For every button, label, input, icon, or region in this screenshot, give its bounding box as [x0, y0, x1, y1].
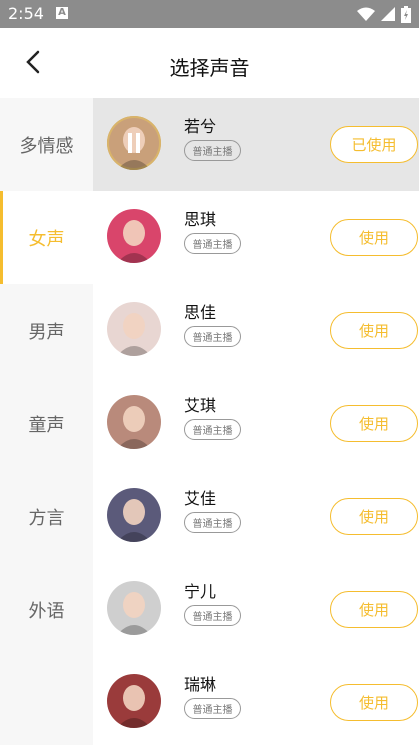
sidebar-item-female[interactable]: 女声: [0, 191, 93, 284]
sidebar-item-label: 童声: [28, 414, 65, 436]
sidebar-item-label: 外语: [28, 600, 65, 622]
use-button[interactable]: 使用: [330, 219, 418, 256]
voice-avatar[interactable]: [107, 302, 161, 356]
voice-row[interactable]: 瑞琳普通主播 使用: [93, 656, 419, 749]
status-bar: 2:54 A: [0, 0, 419, 28]
status-time: 2:54: [8, 4, 44, 23]
voice-row[interactable]: 思琪普通主播 使用: [93, 191, 419, 284]
voice-avatar[interactable]: [107, 395, 161, 449]
voice-avatar[interactable]: [107, 488, 161, 542]
voice-row[interactable]: 宁儿普通主播 使用: [93, 563, 419, 656]
status-icons: [357, 6, 411, 23]
pause-icon[interactable]: [127, 133, 141, 153]
sidebar-item-foreign[interactable]: 外语: [0, 563, 93, 656]
voice-avatar[interactable]: [107, 674, 161, 728]
voice-name: 若兮: [184, 117, 217, 136]
voice-tag-badge: 普通主播: [184, 419, 241, 440]
voice-tag-badge: 普通主播: [184, 233, 241, 254]
voice-avatar[interactable]: [107, 116, 161, 170]
voice-row[interactable]: 艾佳普通主播 使用: [93, 470, 419, 563]
header: 选择声音: [0, 28, 419, 98]
use-button[interactable]: 使用: [330, 312, 418, 349]
voice-name: 艾佳: [184, 489, 217, 508]
voice-name: 宁儿: [184, 582, 217, 601]
sidebar-item-male[interactable]: 男声: [0, 284, 93, 377]
voice-name: 思佳: [184, 303, 217, 322]
notification-icon: A: [56, 7, 68, 19]
voice-name: 思琪: [184, 210, 217, 229]
use-button[interactable]: 使用: [330, 498, 418, 535]
voice-name: 艾琪: [184, 396, 217, 415]
sidebar-item-multi-emotion[interactable]: 多情感: [0, 98, 93, 191]
voice-row[interactable]: 艾琪普通主播 使用: [93, 377, 419, 470]
battery-icon: [401, 6, 411, 23]
voice-row[interactable]: 若兮普通主播 已使用: [93, 98, 419, 191]
use-button[interactable]: 使用: [330, 684, 418, 721]
voice-avatar[interactable]: [107, 581, 161, 635]
used-button[interactable]: 已使用: [330, 126, 418, 163]
sidebar-item-label: 男声: [28, 321, 65, 343]
sidebar-item-label: 方言: [28, 507, 65, 529]
active-indicator: [0, 191, 3, 284]
sidebar-item-child[interactable]: 童声: [0, 377, 93, 470]
voice-tag-badge: 普通主播: [184, 512, 241, 533]
sidebar-item-dialect[interactable]: 方言: [0, 470, 93, 563]
voice-tag-badge: 普通主播: [184, 605, 241, 626]
page-title: 选择声音: [169, 56, 250, 80]
signal-icon: [381, 7, 395, 21]
voice-tag-badge: 普通主播: [184, 326, 241, 347]
voice-row[interactable]: 思佳普通主播 使用: [93, 284, 419, 377]
category-sidebar: 多情感 女声 男声 童声 方言 外语: [0, 98, 93, 745]
use-button[interactable]: 使用: [330, 591, 418, 628]
wifi-icon: [357, 7, 375, 21]
voice-avatar[interactable]: [107, 209, 161, 263]
voice-tag-badge: 普通主播: [184, 698, 241, 719]
voice-list: 若兮 普通主播 已使用 思琪 普通主播 使用 思佳 普通主播 使用 艾琪 普通主播 使用 艾佳 普通主播使…: [93, 98, 419, 749]
sidebar-item-label: 女声: [28, 228, 65, 250]
voice-tag-badge: 普通主播: [184, 140, 241, 161]
use-button[interactable]: 使用: [330, 405, 418, 442]
voice-name: 瑞琳: [184, 675, 217, 694]
sidebar-item-label: 多情感: [19, 135, 74, 157]
